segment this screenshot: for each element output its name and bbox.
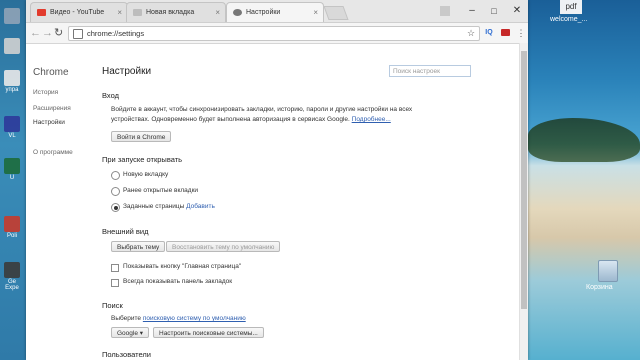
section-title-search: Поиск bbox=[102, 301, 123, 310]
desktop-icon[interactable]: U bbox=[2, 158, 22, 181]
section-title-appearance: Внешний вид bbox=[102, 227, 149, 236]
signin-text-line1: Войдите в аккаунт, чтобы синхронизироват… bbox=[111, 106, 413, 113]
page-title: Настройки bbox=[102, 66, 152, 77]
desktop-icon[interactable]: VL bbox=[2, 116, 22, 139]
extension-iq-icon[interactable]: IQ bbox=[483, 27, 495, 39]
select-value: Google bbox=[117, 330, 138, 337]
desktop-icon-label: Ge Expe bbox=[5, 279, 19, 291]
desktop-icon-label: VL bbox=[8, 133, 16, 139]
manage-search-engines-button[interactable]: Настроить поисковые системы... bbox=[153, 327, 264, 338]
radio-new-tab[interactable] bbox=[111, 171, 120, 180]
radio-label: Новую вкладку bbox=[123, 171, 169, 178]
desktop-icon[interactable] bbox=[2, 38, 22, 55]
maximize-button[interactable]: □ bbox=[486, 4, 502, 18]
search-engine-select[interactable]: Google ▾ bbox=[111, 327, 150, 338]
recycle-bin-icon[interactable] bbox=[598, 260, 618, 282]
menu-icon[interactable]: ⋮ bbox=[515, 27, 527, 39]
section-title-users: Пользователи bbox=[102, 350, 151, 359]
close-icon[interactable]: × bbox=[215, 8, 220, 17]
sidebar-item-settings[interactable]: Настройки bbox=[33, 119, 65, 126]
sidebar-brand: Chrome bbox=[33, 67, 69, 78]
section-title-startup: При запуске открывать bbox=[102, 155, 183, 164]
tab-title: Видео - YouTube bbox=[50, 9, 105, 16]
recycle-bin-label: Корзина bbox=[586, 284, 613, 291]
search-text: Выберите поисковую систему по умолчанию bbox=[111, 314, 246, 323]
close-icon[interactable]: × bbox=[313, 8, 318, 17]
radio-label: Ранее открытые вкладки bbox=[123, 187, 199, 194]
palm-trees bbox=[528, 118, 640, 162]
signin-button[interactable]: Войти в Chrome bbox=[111, 131, 172, 142]
tab-title: Новая вкладка bbox=[146, 9, 195, 16]
desktop-wallpaper: pdf welcome_... Корзина bbox=[528, 0, 640, 360]
forward-icon[interactable]: → bbox=[42, 26, 53, 40]
extension-icon[interactable] bbox=[499, 27, 511, 39]
desktop-icon-label: Poli bbox=[6, 233, 17, 239]
default-search-link[interactable]: поисковую систему по умолчанию bbox=[143, 315, 246, 322]
search-text-label: Выберите bbox=[111, 315, 142, 322]
sidebar-item-history[interactable]: История bbox=[33, 89, 58, 96]
reload-icon[interactable]: ↻ bbox=[54, 26, 63, 40]
new-tab-button[interactable] bbox=[323, 6, 349, 20]
checkbox-label: Показывать кнопку "Главная страница" bbox=[123, 263, 242, 270]
reset-theme-button[interactable]: Восстановить тему по умолчанию bbox=[166, 241, 281, 252]
youtube-icon bbox=[37, 9, 46, 16]
scrollbar-thumb[interactable] bbox=[521, 51, 527, 309]
tab-youtube[interactable]: Видео - YouTube × bbox=[30, 2, 128, 22]
tab-new-tab[interactable]: Новая вкладка × bbox=[126, 2, 226, 22]
sidebar-item-about[interactable]: О программе bbox=[33, 149, 73, 156]
minimize-button[interactable]: – bbox=[464, 4, 480, 18]
desktop-icon-label: U bbox=[9, 175, 15, 181]
page-icon bbox=[133, 9, 142, 16]
tab-settings[interactable]: Настройки × bbox=[226, 2, 324, 22]
desktop-left-strip: упра VL U Poli Ge Expe bbox=[0, 0, 26, 360]
settings-search-input[interactable]: Поиск настроек bbox=[389, 65, 471, 77]
desktop-icon-label: welcome_... bbox=[550, 16, 588, 23]
gear-icon bbox=[233, 9, 242, 16]
address-text: chrome://settings bbox=[87, 29, 145, 38]
radio-label-text: Заданные страницы bbox=[123, 203, 185, 210]
more-link[interactable]: Подробнее... bbox=[352, 116, 391, 123]
address-bar[interactable]: chrome://settings bbox=[68, 26, 480, 41]
desktop-icon[interactable]: Ge Expe bbox=[2, 262, 22, 291]
back-icon[interactable]: ← bbox=[30, 26, 41, 40]
desktop-icon[interactable]: упра bbox=[2, 70, 22, 93]
checkbox-label: Всегда показывать панель закладок bbox=[123, 278, 233, 285]
home-button-checkbox[interactable] bbox=[111, 264, 119, 272]
browser-window: Видео - YouTube × Новая вкладка × Настро… bbox=[26, 0, 528, 360]
tab-title: Настройки bbox=[246, 9, 281, 16]
signin-text: устройствах. Одновременно будет выполнен… bbox=[111, 116, 350, 123]
chevron-down-icon: ▾ bbox=[139, 330, 144, 337]
profile-icon[interactable] bbox=[440, 6, 450, 16]
page-icon bbox=[73, 28, 83, 39]
scrollbar[interactable] bbox=[519, 43, 528, 360]
radio-previous-tabs[interactable] bbox=[111, 187, 120, 196]
section-title-signin: Вход bbox=[102, 91, 119, 100]
desktop-icon[interactable] bbox=[2, 8, 22, 25]
sidebar-item-extensions[interactable]: Расширения bbox=[33, 105, 71, 112]
close-icon[interactable]: × bbox=[117, 8, 122, 17]
toolbar: ← → ↻ chrome://settings ☆ IQ ⋮ bbox=[26, 23, 528, 44]
bookmarks-bar-checkbox[interactable] bbox=[111, 279, 119, 287]
add-pages-link[interactable]: Добавить bbox=[186, 203, 215, 210]
radio-label: Заданные страницы Добавить bbox=[123, 203, 215, 210]
desktop-icon[interactable]: Poli bbox=[2, 216, 22, 239]
signin-text-line2: устройствах. Одновременно будет выполнен… bbox=[111, 115, 391, 124]
pdf-icon[interactable]: pdf bbox=[560, 0, 582, 14]
close-window-button[interactable]: ✕ bbox=[509, 4, 525, 18]
desktop-icon-label: упра bbox=[5, 87, 19, 93]
star-icon[interactable]: ☆ bbox=[465, 27, 477, 39]
radio-specific-pages[interactable] bbox=[111, 203, 120, 212]
choose-theme-button[interactable]: Выбрать тему bbox=[111, 241, 166, 252]
settings-page: Chrome История Расширения Настройки О пр… bbox=[26, 43, 528, 360]
tab-bar: Видео - YouTube × Новая вкладка × Настро… bbox=[26, 0, 528, 23]
